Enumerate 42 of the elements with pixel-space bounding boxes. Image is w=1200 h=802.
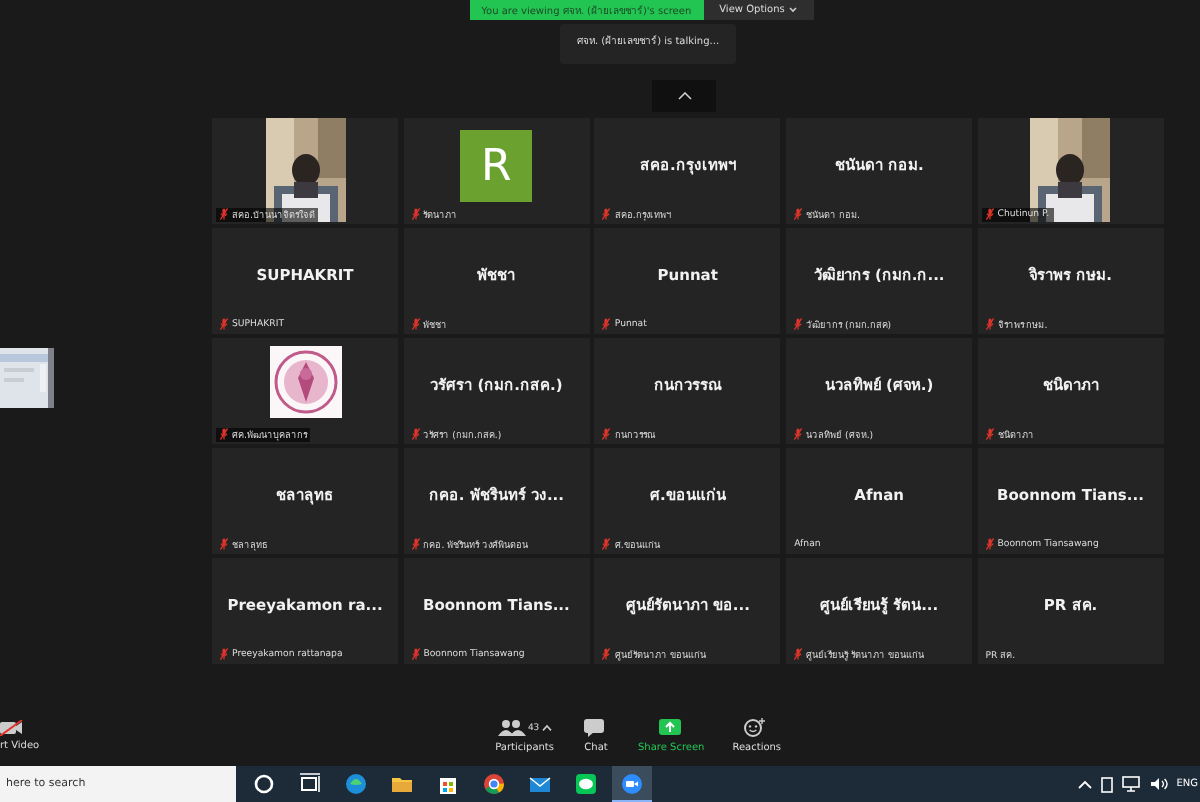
muted-mic-icon [985,208,994,220]
chat-app-icon [574,771,598,795]
envelope-icon [528,771,552,795]
muted-mic-icon [985,428,994,440]
people-icon [497,718,526,738]
share-screen-icon [657,718,686,738]
muted-mic-icon [220,208,228,220]
muted-mic-icon [220,648,228,660]
muted-mic-icon [220,318,228,330]
muted-mic-icon [411,428,420,440]
cortana-circle-icon [252,771,276,795]
muted-mic-icon [411,208,420,220]
chevron-up-icon [1078,779,1093,789]
muted-mic-icon [985,538,994,550]
muted-mic-icon [794,648,803,660]
chevron-up-icon [677,92,691,100]
muted-mic-icon [794,428,803,440]
muted-mic-icon [411,318,420,330]
task-view-icon [298,771,322,795]
caret-icon [788,6,799,14]
muted-mic-icon [411,538,420,550]
muted-mic-icon [602,538,611,550]
muted-mic-icon [602,208,611,220]
avatar: R [460,130,533,203]
muted-mic-icon [602,318,611,330]
smiley-add-icon [742,718,771,738]
muted-mic-icon [602,428,611,440]
caret-up-icon [541,724,552,732]
video-camera-icon [620,771,644,795]
speaker-icon [1150,776,1169,792]
camera-off-icon [0,720,24,736]
taskbar-app-button[interactable] [612,766,652,802]
muted-mic-icon [220,428,228,440]
device-icon [1100,775,1115,793]
muted-mic-icon [411,648,420,660]
muted-mic-icon [985,318,994,330]
muted-mic-icon [602,648,611,660]
muted-mic-icon [794,208,803,220]
network-icon [1122,776,1143,792]
muted-mic-icon [220,538,228,550]
chat-bubble-icon [582,718,610,738]
muted-mic-icon [794,318,803,330]
